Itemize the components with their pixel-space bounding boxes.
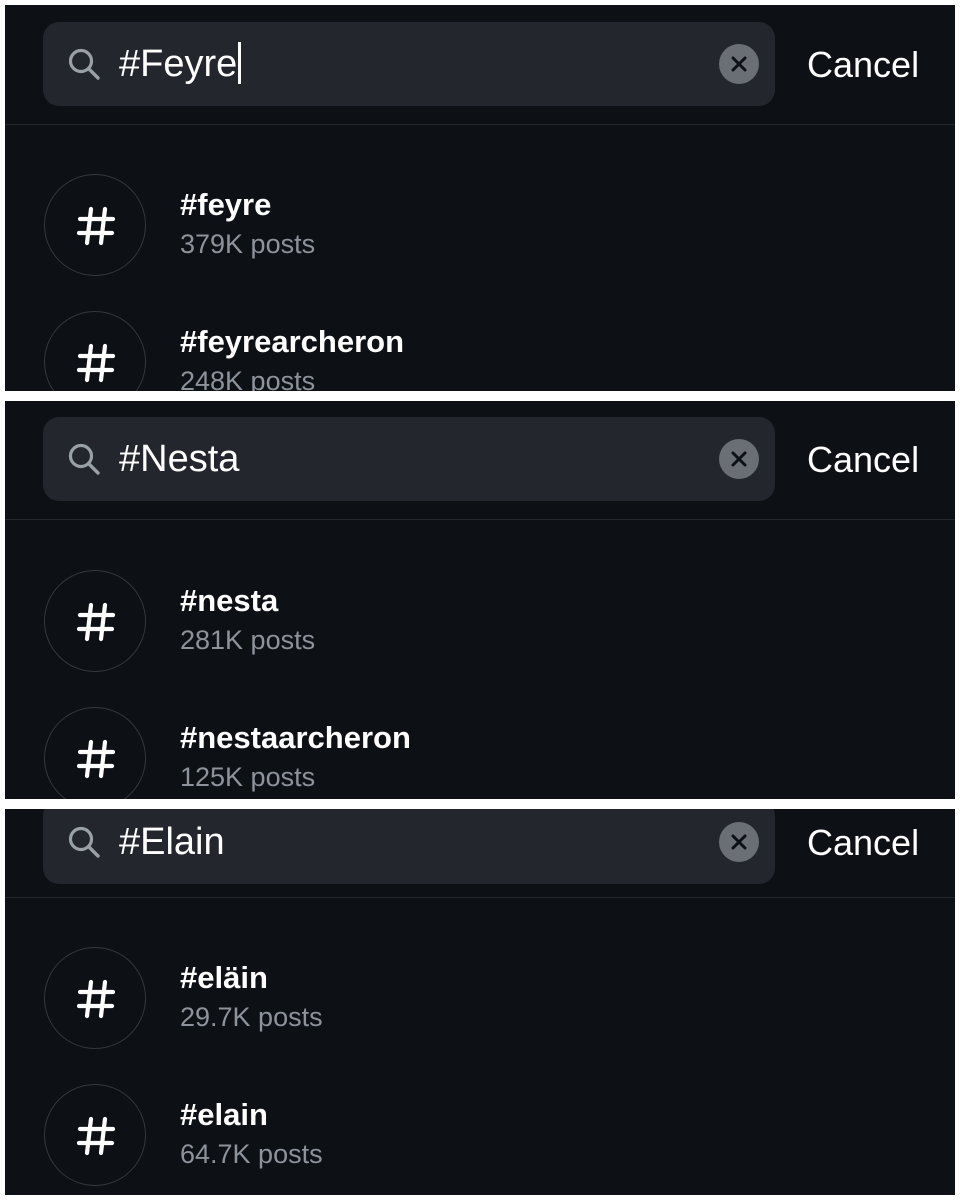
search-input[interactable]: #Elain xyxy=(119,820,225,864)
text-cursor xyxy=(238,42,242,84)
search-screen-elain: #Elain Cancel #eläin 29.7K posts #elain … xyxy=(5,809,955,1195)
clear-search-button[interactable] xyxy=(719,44,759,84)
post-count: 64.7K posts xyxy=(180,1139,323,1169)
hashtag-result-item[interactable]: #nesta 281K posts xyxy=(5,570,955,680)
search-input[interactable]: #Nesta xyxy=(119,437,239,481)
search-icon xyxy=(68,826,100,858)
hashtag-result-item[interactable]: #nestaarcheron 125K posts xyxy=(5,707,955,799)
cancel-button[interactable]: Cancel xyxy=(807,438,919,482)
search-input[interactable]: #Feyre xyxy=(119,42,242,86)
hashtag-avatar xyxy=(44,174,146,276)
clear-search-button[interactable] xyxy=(719,822,759,862)
divider xyxy=(5,519,955,520)
hashtag-icon xyxy=(76,739,116,779)
hashtag-result-item[interactable]: #eläin 29.7K posts xyxy=(5,947,955,1057)
hashtag-avatar xyxy=(44,570,146,672)
hashtag-name: #eläin xyxy=(180,960,268,995)
post-count: 281K posts xyxy=(180,625,316,655)
search-field[interactable]: #Nesta xyxy=(43,417,775,501)
post-count: 248K posts xyxy=(180,366,316,391)
post-count: 379K posts xyxy=(180,229,316,259)
hashtag-avatar xyxy=(44,1084,146,1186)
cancel-button[interactable]: Cancel xyxy=(807,43,919,87)
search-icon xyxy=(68,48,100,80)
hashtag-icon xyxy=(76,1116,116,1156)
clear-icon xyxy=(731,451,747,467)
hashtag-result-item[interactable]: #feyre 379K posts xyxy=(5,174,955,284)
post-count: 29.7K posts xyxy=(180,1002,323,1032)
hashtag-name: #nesta xyxy=(180,583,279,618)
cancel-button[interactable]: Cancel xyxy=(807,821,919,865)
search-screen-feyre: #Feyre Cancel #feyre 379K posts #feyrear… xyxy=(5,5,955,391)
clear-icon xyxy=(731,56,747,72)
search-field[interactable]: #Elain xyxy=(43,809,775,884)
post-count: 125K posts xyxy=(180,762,316,792)
search-icon xyxy=(68,443,100,475)
divider xyxy=(5,124,955,125)
hashtag-icon xyxy=(76,979,116,1019)
hashtag-avatar xyxy=(44,947,146,1049)
clear-search-button[interactable] xyxy=(719,439,759,479)
search-query-text: #Nesta xyxy=(119,438,240,480)
hashtag-icon xyxy=(76,343,116,383)
hashtag-result-item[interactable]: #feyrearcheron 248K posts xyxy=(5,311,955,391)
hashtag-avatar xyxy=(44,707,146,799)
hashtag-name: #feyre xyxy=(180,187,272,222)
hashtag-name: #elain xyxy=(180,1097,268,1132)
hashtag-avatar xyxy=(44,311,146,391)
search-query-text: #Feyre xyxy=(119,43,238,85)
divider xyxy=(5,897,955,898)
hashtag-name: #feyrearcheron xyxy=(180,324,405,359)
hashtag-name: #nestaarcheron xyxy=(180,720,411,755)
hashtag-icon xyxy=(76,602,116,642)
search-field[interactable]: #Feyre xyxy=(43,22,775,106)
clear-icon xyxy=(731,834,747,850)
hashtag-result-item[interactable]: #elain 64.7K posts xyxy=(5,1084,955,1194)
search-screen-nesta: #Nesta Cancel #nesta 281K posts #nestaar… xyxy=(5,401,955,799)
search-query-text: #Elain xyxy=(119,821,225,863)
hashtag-icon xyxy=(76,206,116,246)
